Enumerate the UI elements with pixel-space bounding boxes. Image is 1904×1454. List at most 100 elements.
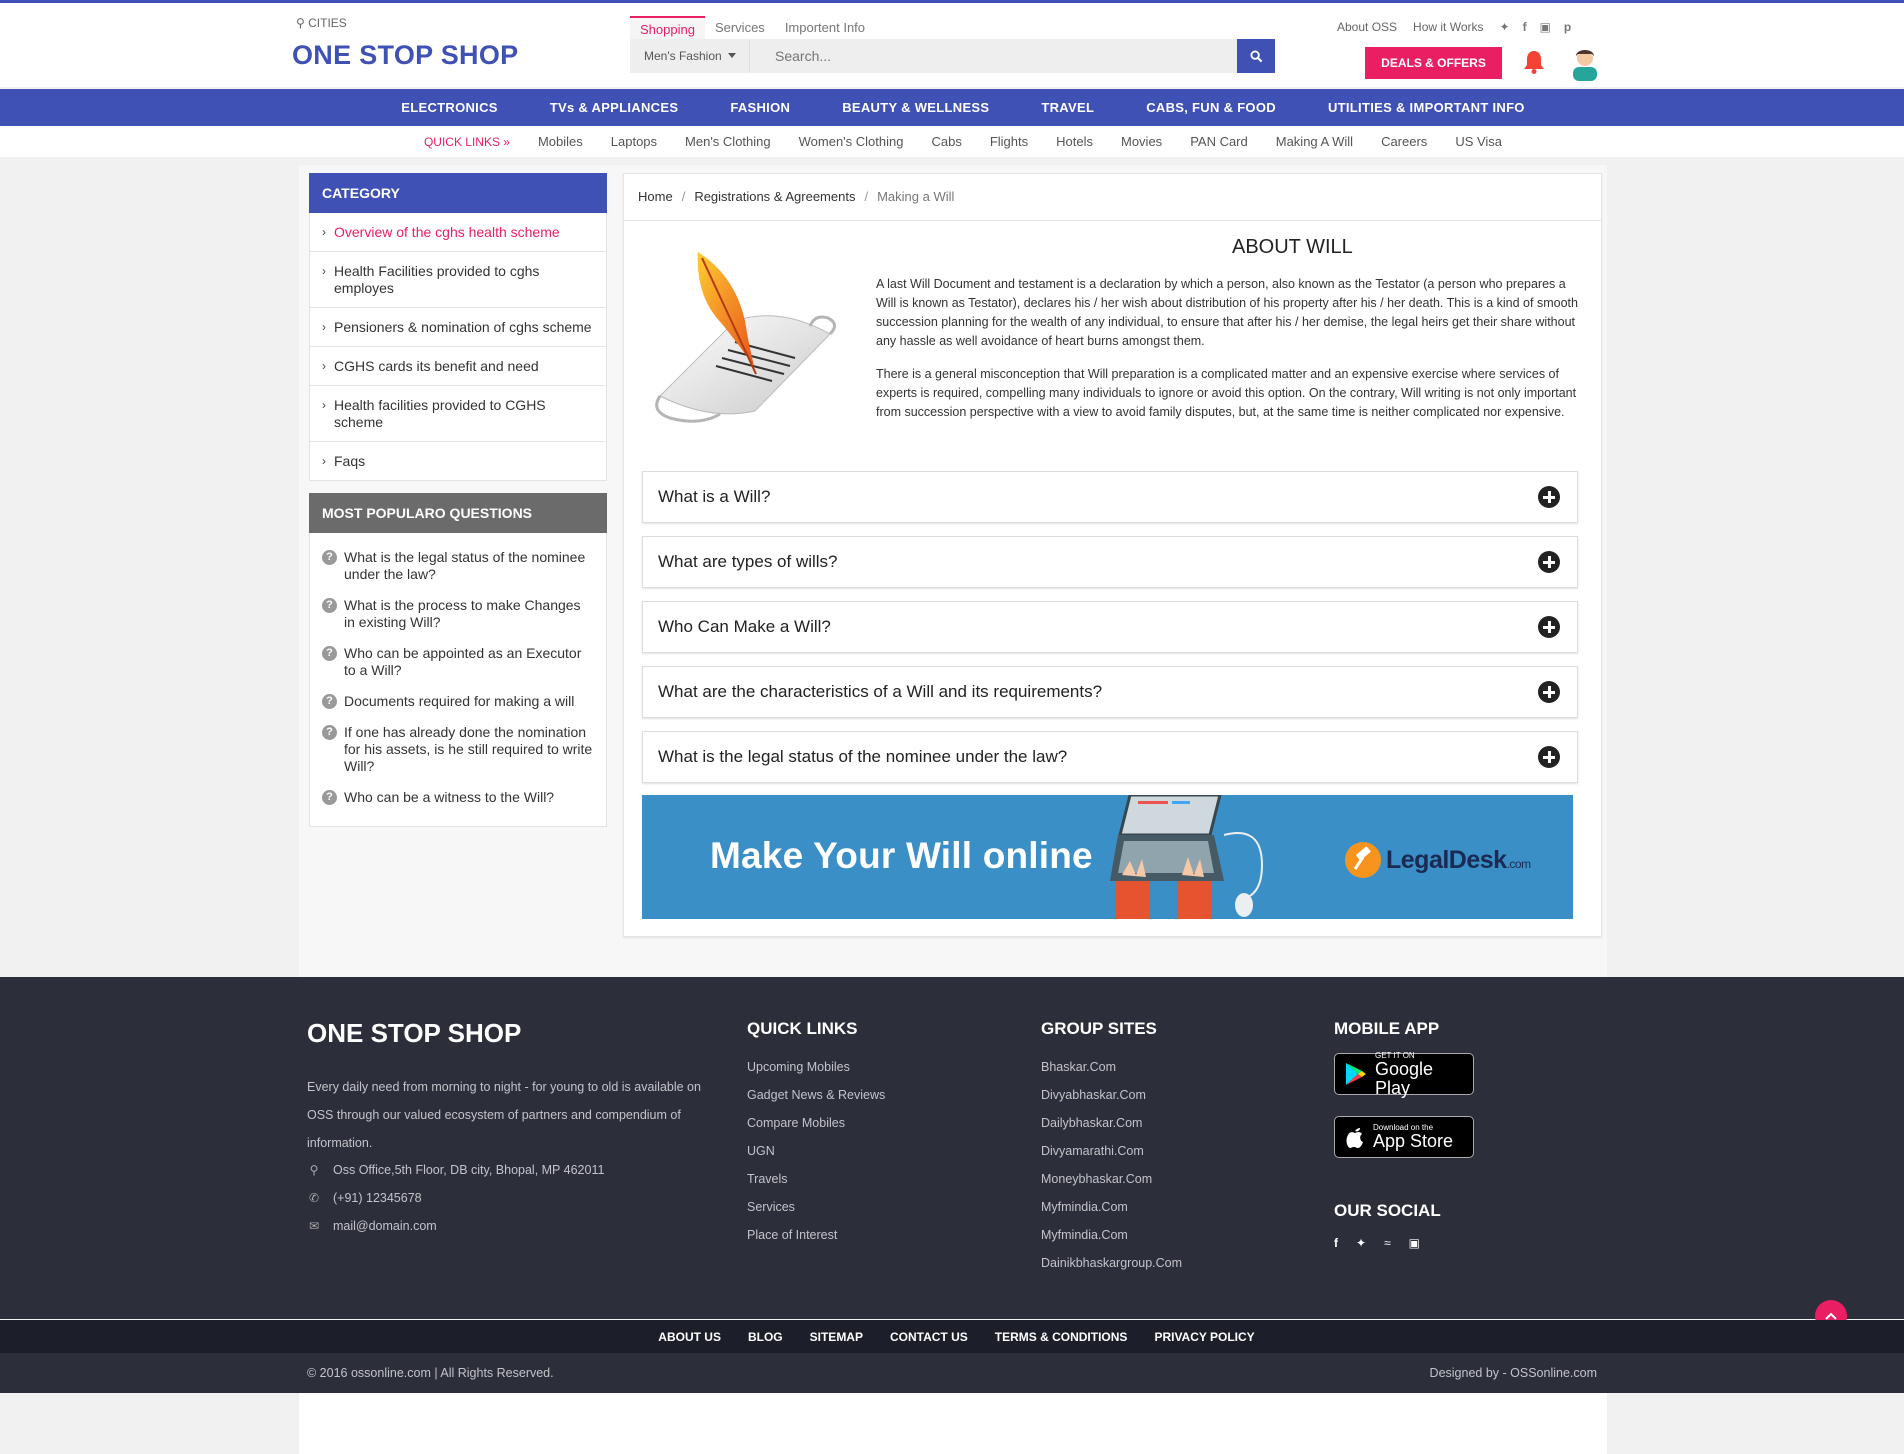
faq-question: What are the characteristics of a Will a… <box>658 682 1103 701</box>
twitter-icon[interactable]: ✦ <box>1356 1236 1366 1250</box>
group-site-link[interactable]: Dailybhaskar.Com <box>1041 1115 1182 1143</box>
nav-cabs-fun-food[interactable]: CABS, FUN & FOOD <box>1146 89 1276 126</box>
popular-question-label: What is the process to make Changes in e… <box>344 597 581 630</box>
cities-selector[interactable]: ⚲ CITIES <box>296 16 347 30</box>
category-item[interactable]: › Health Facilities provided to cghs empl… <box>310 252 606 308</box>
will-scroll-quill-illustration <box>655 252 836 423</box>
about-oss-link[interactable]: About OSS <box>1337 20 1397 34</box>
footer-privacy-link[interactable]: PRIVACY POLICY <box>1154 1330 1254 1344</box>
site-logo[interactable]: ONE STOP SHOP <box>292 40 518 71</box>
nav-beauty-wellness[interactable]: BEAUTY & WELLNESS <box>842 89 989 126</box>
deals-offers-button[interactable]: DEALS & OFFERS <box>1365 47 1502 79</box>
google-play-badge[interactable]: GET IT ON Google Play <box>1334 1051 1474 1097</box>
popular-question-item[interactable]: ? If one has already done the nomination … <box>310 718 606 783</box>
popular-question-label: What is the legal status of the nominee … <box>344 549 586 582</box>
bell-icon[interactable] <box>1523 49 1545 75</box>
nav-tvs-appliances[interactable]: TVs & APPLIANCES <box>550 89 679 126</box>
footer-link[interactable]: Travels <box>747 1171 885 1199</box>
breadcrumb-home[interactable]: Home <box>638 174 673 220</box>
faq-item[interactable]: What is a Will? <box>642 471 1578 523</box>
popular-question-item[interactable]: ? Documents required for making a will <box>310 687 606 718</box>
search-input[interactable] <box>760 39 1235 73</box>
quick-link-movies[interactable]: Movies <box>1121 134 1162 149</box>
footer-contact-us-link[interactable]: CONTACT US <box>890 1330 968 1344</box>
quick-link-laptops[interactable]: Laptops <box>611 134 657 149</box>
faq-item[interactable]: Who Can Make a Will? <box>642 601 1578 653</box>
breadcrumb-registrations[interactable]: Registrations & Agreements <box>694 174 855 220</box>
faq-item[interactable]: What are types of wills? <box>642 536 1578 588</box>
popular-question-item[interactable]: ? Who can be a witness to the Will? <box>310 783 606 814</box>
plus-circle-icon[interactable] <box>1538 746 1560 768</box>
quick-link-womens-clothing[interactable]: Women's Clothing <box>799 134 904 149</box>
quick-link-flights[interactable]: Flights <box>990 134 1028 149</box>
footer-link[interactable]: Services <box>747 1199 885 1227</box>
footer-link[interactable]: Compare Mobiles <box>747 1115 885 1143</box>
pinterest-icon[interactable]: p <box>1564 20 1571 34</box>
group-site-link[interactable]: Dainikbhaskargroup.Com <box>1041 1255 1182 1283</box>
contacts-icon[interactable]: ▣ <box>1409 1236 1420 1250</box>
quick-link-mobiles[interactable]: Mobiles <box>538 134 583 149</box>
quick-link-cabs[interactable]: Cabs <box>931 134 961 149</box>
category-item[interactable]: › CGHS cards its benefit and need <box>310 347 606 386</box>
group-site-link[interactable]: Moneybhaskar.Com <box>1041 1171 1182 1199</box>
nav-fashion[interactable]: FASHION <box>730 89 790 126</box>
group-site-link[interactable]: Divyabhaskar.Com <box>1041 1087 1182 1115</box>
group-site-link[interactable]: Myfmindia.Com <box>1041 1199 1182 1227</box>
search-button[interactable] <box>1237 39 1275 73</box>
quick-link-making-a-will[interactable]: Making A Will <box>1276 134 1353 149</box>
search-icon <box>1249 49 1262 62</box>
plus-circle-icon[interactable] <box>1538 681 1560 703</box>
how-it-works-link[interactable]: How it Works <box>1413 20 1483 34</box>
footer-phone-text: (+91) 12345678 <box>333 1191 422 1205</box>
footer-address-text: Oss Office,5th Floor, DB city, Bhopal, M… <box>333 1163 605 1177</box>
twitter-icon[interactable]: ✦ <box>1500 20 1510 34</box>
group-site-link[interactable]: Divyamarathi.Com <box>1041 1143 1182 1171</box>
category-item[interactable]: › Overview of the cghs health scheme <box>310 213 606 252</box>
footer-link[interactable]: UGN <box>747 1143 885 1171</box>
plus-circle-icon[interactable] <box>1538 551 1560 573</box>
category-item[interactable]: › Pensioners & nomination of cghs scheme <box>310 308 606 347</box>
group-site-link[interactable]: Myfmindia.Com <box>1041 1227 1182 1255</box>
google-play-icon <box>1345 1063 1366 1085</box>
footer-link[interactable]: Upcoming Mobiles <box>747 1059 885 1087</box>
category-item-label: Health Facilities provided to cghs emplo… <box>334 263 540 296</box>
category-dropdown[interactable]: Men's Fashion <box>630 39 750 73</box>
quick-link-us-visa[interactable]: US Visa <box>1455 134 1502 149</box>
footer-link[interactable]: Place of Interest <box>747 1227 885 1255</box>
instagram-icon[interactable]: ▣ <box>1540 20 1551 34</box>
footer-about-us-link[interactable]: ABOUT US <box>658 1330 721 1344</box>
breadcrumb-current: Making a Will <box>877 189 955 204</box>
faq-item[interactable]: What is the legal status of the nominee … <box>642 731 1578 783</box>
popular-question-item[interactable]: ? Who can be appointed as an Executor to … <box>310 639 606 687</box>
category-item[interactable]: › Faqs <box>310 442 606 480</box>
quick-link-careers[interactable]: Careers <box>1381 134 1427 149</box>
nav-travel[interactable]: TRAVEL <box>1041 89 1094 126</box>
quick-link-hotels[interactable]: Hotels <box>1056 134 1093 149</box>
popular-question-item[interactable]: ? What is the process to make Changes in … <box>310 591 606 639</box>
footer-email[interactable]: ✉ mail@domain.com <box>307 1219 437 1233</box>
faq-item[interactable]: What are the characteristics of a Will a… <box>642 666 1578 718</box>
nav-utilities[interactable]: UTILITIES & IMPORTANT INFO <box>1328 89 1525 126</box>
facebook-icon[interactable]: f <box>1523 20 1527 34</box>
popular-question-item[interactable]: ? What is the legal status of the nominee… <box>310 543 606 591</box>
footer-terms-link[interactable]: TERMS & CONDITIONS <box>995 1330 1128 1344</box>
chevron-right-icon: › <box>322 320 326 334</box>
quick-link-mens-clothing[interactable]: Men's Clothing <box>685 134 771 149</box>
footer-blog-link[interactable]: BLOG <box>748 1330 783 1344</box>
facebook-icon[interactable]: f <box>1334 1236 1338 1250</box>
footer-social-icons: f ✦ ≈ ▣ <box>1334 1236 1420 1250</box>
footer-link[interactable]: Gadget News & Reviews <box>747 1087 885 1115</box>
copyright-text: © 2016 ossonline.com | All Rights Reserv… <box>307 1366 554 1380</box>
plus-circle-icon[interactable] <box>1538 486 1560 508</box>
make-your-will-banner[interactable]: Make Your Will online LegalDesk.com <box>642 795 1573 919</box>
category-item[interactable]: › Health facilities provided to CGHS sche… <box>310 386 606 442</box>
rss-icon[interactable]: ≈ <box>1384 1236 1391 1250</box>
plus-circle-icon[interactable] <box>1538 616 1560 638</box>
quick-link-pan-card[interactable]: PAN Card <box>1190 134 1248 149</box>
user-avatar[interactable] <box>1570 45 1600 81</box>
footer-sitemap-link[interactable]: SITEMAP <box>810 1330 863 1344</box>
group-site-link[interactable]: Bhaskar.Com <box>1041 1059 1182 1087</box>
legaldesk-brand: LegalDesk <box>1386 845 1507 874</box>
nav-electronics[interactable]: ELECTRONICS <box>401 89 497 126</box>
app-store-badge[interactable]: Download on the App Store <box>1334 1116 1474 1158</box>
